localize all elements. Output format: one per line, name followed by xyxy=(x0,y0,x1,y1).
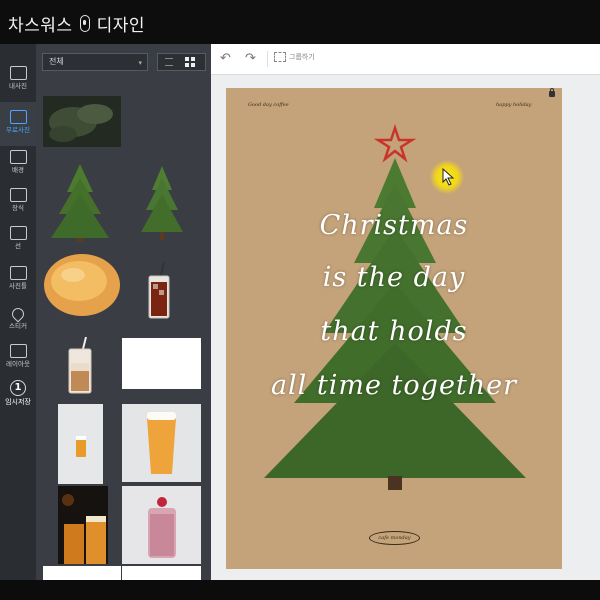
asset-thumb-bread[interactable] xyxy=(43,251,121,317)
poem-line-4: all time together xyxy=(270,370,518,401)
editor-area: ↶ ↷ 그룹하기 Good day coffee happy holiday C… xyxy=(211,44,600,580)
asset-thumb-pine-branch[interactable] xyxy=(43,96,121,147)
asset-thumb-partial-1[interactable] xyxy=(43,566,121,580)
cola-glass-image xyxy=(148,262,170,319)
group-button[interactable]: 그룹하기 xyxy=(274,52,315,62)
group-label: 그룹하기 xyxy=(289,53,315,61)
tool-photo[interactable]: 내사진 xyxy=(0,58,36,102)
line-icon xyxy=(9,226,27,240)
list-view-icon[interactable] xyxy=(165,58,173,66)
filter-value: 전체 xyxy=(49,57,64,66)
filter-select[interactable]: 전체 ▾ xyxy=(42,53,148,71)
view-toggle[interactable] xyxy=(157,53,206,71)
pill-icon xyxy=(79,15,90,32)
toolbar-divider xyxy=(267,51,268,67)
pine-branch-image xyxy=(43,96,121,147)
asset-thumb-blank[interactable] xyxy=(122,338,201,389)
asset-thumb-cola[interactable] xyxy=(146,262,172,320)
christmas-tree-image xyxy=(51,164,109,242)
design-page[interactable]: Good day coffee happy holiday Christmas … xyxy=(226,88,562,569)
drinks-image xyxy=(58,486,108,564)
asset-panel: 전체 ▾ xyxy=(36,44,211,580)
undo-icon[interactable]: ↶ xyxy=(220,51,231,66)
beer-glass-small-image xyxy=(58,404,103,484)
poem-line-1: Christmas xyxy=(319,210,469,241)
asset-thumb-beer[interactable] xyxy=(122,404,201,482)
save-badge-icon: 1 xyxy=(10,380,26,396)
title-bar: 차스워스 디자인 xyxy=(0,0,600,44)
beer-glass-image xyxy=(122,404,201,482)
tool-line-label: 선 xyxy=(15,242,21,250)
editor-toolbar: ↶ ↷ 그룹하기 xyxy=(211,44,600,75)
shapes-icon xyxy=(9,188,27,202)
poem-line-2: is the day xyxy=(322,262,466,293)
tool-decoration-label: 장식 xyxy=(12,204,24,212)
group-icon xyxy=(274,52,286,62)
tool-layout-label: 레이아웃 xyxy=(6,360,30,368)
asset-thumb-tree-large[interactable] xyxy=(49,162,111,242)
bread-image xyxy=(44,254,120,316)
grid-view-icon[interactable] xyxy=(185,57,195,67)
asset-thumb-smoothie[interactable] xyxy=(122,486,201,564)
asset-thumb-latte[interactable] xyxy=(64,337,96,395)
poem-line-3: that holds xyxy=(320,316,468,347)
tool-photo-frame[interactable]: 사진틀 xyxy=(0,258,36,302)
pointer-icon xyxy=(442,168,455,186)
tool-background-label: 배경 xyxy=(12,166,24,174)
tool-photo-frame-label: 사진틀 xyxy=(9,282,27,290)
tool-sticker-label: 스티커 xyxy=(9,322,27,330)
tool-rail: 내사진 무료사진 배경 장식 선 사진틀 스티커 레이아웃 1 임시저장 xyxy=(0,44,36,580)
tool-save-label: 임시저장 xyxy=(5,398,31,406)
iced-latte-image xyxy=(68,337,92,394)
app-title: 차스워스 디자인 xyxy=(8,11,145,36)
frame-icon xyxy=(9,266,27,280)
tool-save[interactable]: 1 임시저장 xyxy=(0,374,36,418)
app-title-right: 디자인 xyxy=(96,16,145,36)
tool-free-photo[interactable]: 무료사진 xyxy=(0,102,36,146)
tool-photo-label: 내사진 xyxy=(9,82,27,90)
smoothie-image xyxy=(122,486,201,564)
image-icon xyxy=(9,110,27,124)
tool-line[interactable]: 선 xyxy=(0,218,36,262)
asset-thumb-beer-small[interactable] xyxy=(58,404,103,484)
tool-free-photo-label: 무료사진 xyxy=(6,126,30,134)
camera-icon xyxy=(9,66,27,80)
chevron-down-icon: ▾ xyxy=(138,59,142,67)
asset-thumb-tree-small[interactable] xyxy=(140,164,184,240)
heart-icon xyxy=(9,305,27,323)
lock-icon[interactable] xyxy=(549,88,555,97)
asset-thumb-partial-2[interactable] xyxy=(122,566,201,580)
layout-icon xyxy=(9,344,27,358)
small-tree-image xyxy=(141,166,183,240)
footer-badge: cafe monday xyxy=(369,531,420,545)
app-title-left: 차스워스 xyxy=(8,16,73,36)
asset-thumb-drinks[interactable] xyxy=(58,486,108,564)
redo-icon[interactable]: ↷ xyxy=(245,51,256,66)
background-icon xyxy=(9,150,27,164)
cursor-highlight xyxy=(430,160,464,194)
